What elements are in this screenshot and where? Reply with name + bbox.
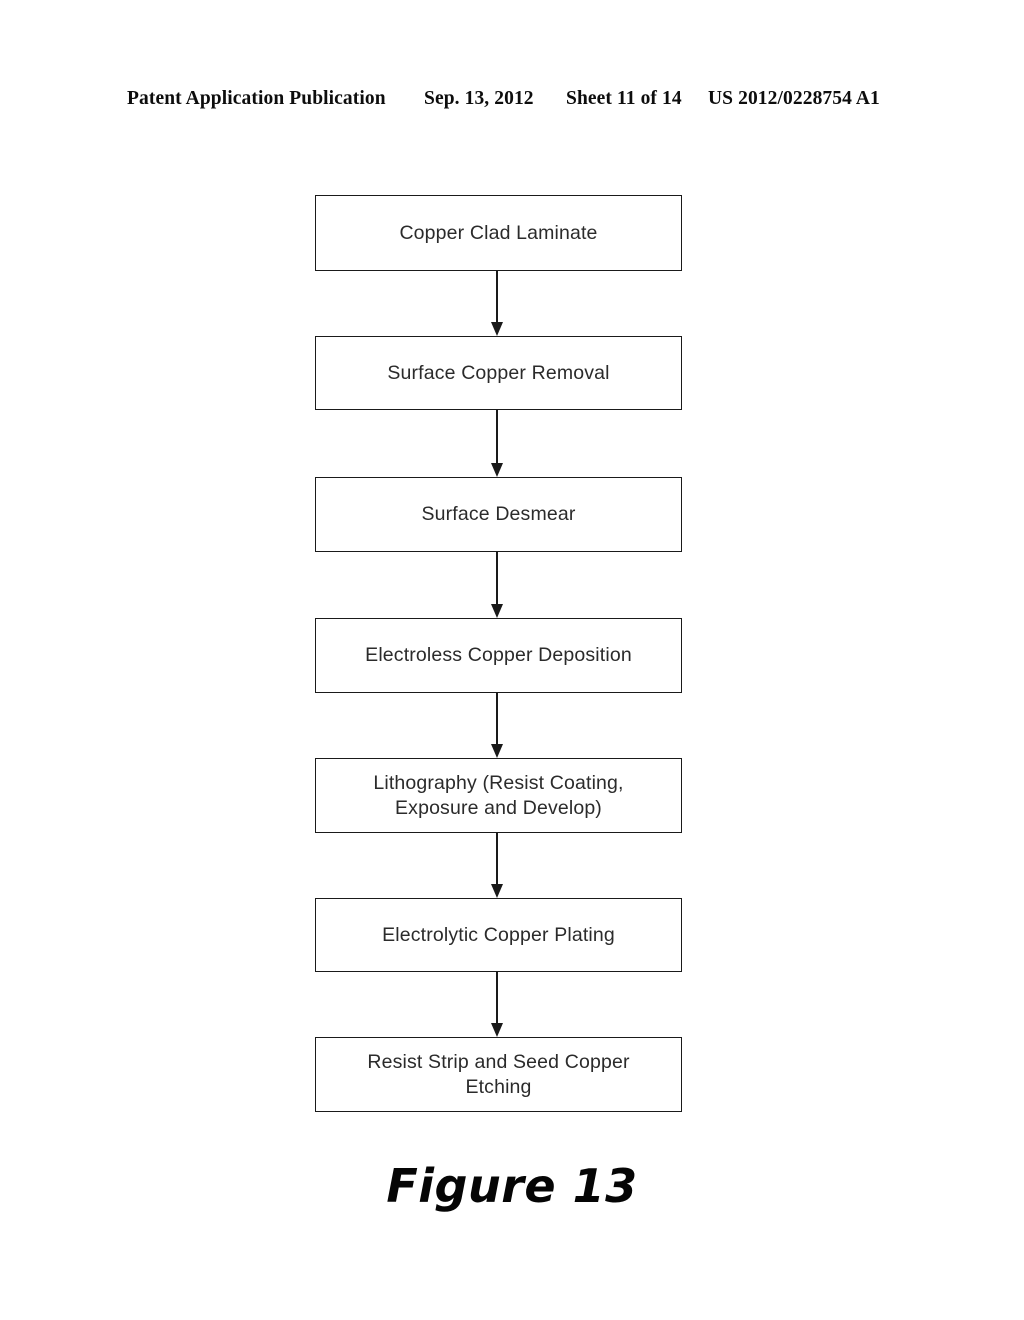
flow-arrow-stem [496,271,498,322]
flow-node-resist-strip-and-seed-copper-etching: Resist Strip and Seed Copper Etching [315,1037,682,1112]
flow-arrow-stem [496,833,498,884]
flow-node-surface-desmear: Surface Desmear [315,477,682,552]
flow-arrowhead-icon [491,1023,503,1037]
flow-node-label: Resist Strip and Seed Copper Etching [367,1050,630,1098]
flow-node-lithography: Lithography (Resist Coating, Exposure an… [315,758,682,833]
flow-arrow-6 [0,972,1024,1037]
flow-arrowhead-icon [491,604,503,618]
flow-arrowhead-icon [491,744,503,758]
flow-node-copper-clad-laminate: Copper Clad Laminate [315,195,682,271]
flow-node-label: Copper Clad Laminate [399,221,598,244]
figure-caption: Figure 13 [386,1159,638,1213]
flow-arrowhead-icon [491,322,503,336]
flow-arrowhead-icon [491,463,503,477]
flow-node-label: Surface Desmear [421,503,576,525]
flow-arrowhead-icon [491,884,503,898]
flow-arrow-stem [496,693,498,744]
flow-arrow-4 [0,693,1024,758]
flow-arrow-1 [0,271,1024,336]
flow-arrow-2 [0,410,1024,477]
flow-node-label: Surface Copper Removal [387,361,610,384]
flow-arrow-3 [0,552,1024,618]
flow-node-label: Electroless Copper Deposition [365,644,632,666]
process-flowchart: Copper Clad Laminate Surface Copper Remo… [0,0,1024,1320]
flow-node-electroless-copper-deposition: Electroless Copper Deposition [315,618,682,693]
flow-arrow-stem [496,972,498,1023]
flow-node-surface-copper-removal: Surface Copper Removal [315,336,682,410]
flow-node-label: Electrolytic Copper Plating [382,923,615,946]
flow-node-label: Lithography (Resist Coating, Exposure an… [373,771,624,819]
flow-arrow-5 [0,833,1024,898]
flow-arrow-stem [496,552,498,604]
flow-arrow-stem [496,410,498,463]
flow-node-electrolytic-copper-plating: Electrolytic Copper Plating [315,898,682,972]
